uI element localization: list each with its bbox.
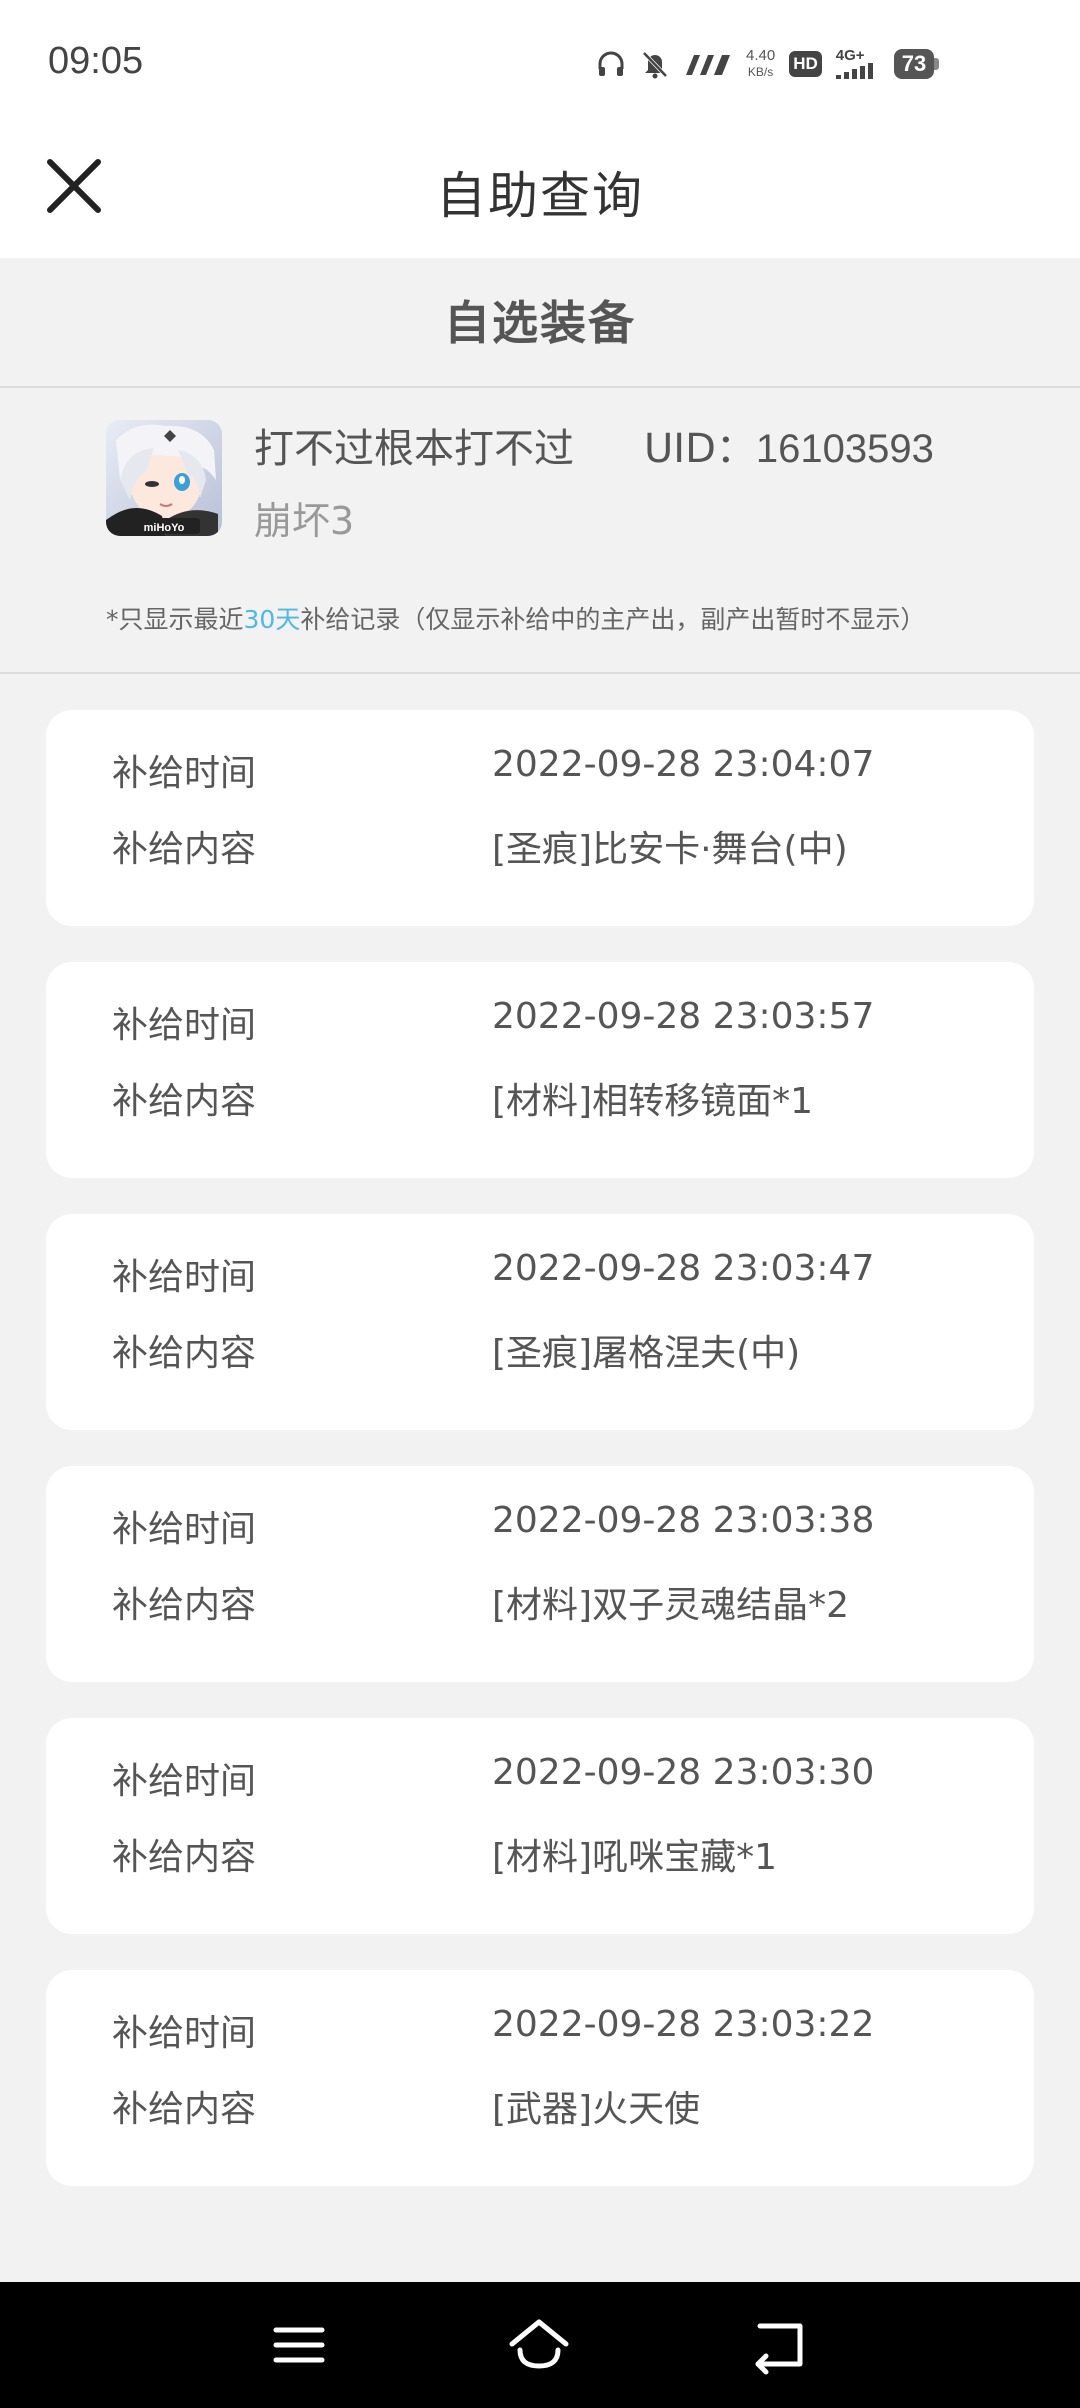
- status-icons: 4.40 KB/s HD 4G+ 73: [596, 42, 940, 86]
- record-card: 补给时间 2022-09-28 23:03:38 补给内容 [材料]双子灵魂结晶*2: [46, 1466, 1034, 1682]
- record-card: 补给时间 2022-09-28 23:03:22 补给内容 [武器]火天使: [46, 1970, 1034, 2186]
- back-icon: [755, 2323, 803, 2375]
- record-list: 补给时间 2022-09-28 23:04:07 补给内容 [圣痕]比安卡·舞台(中…: [46, 710, 1034, 2222]
- signal-icon: [684, 51, 732, 77]
- home-icon: [509, 2319, 569, 2369]
- mute-icon: [640, 49, 670, 79]
- notice-prefix: *只显示最近: [106, 605, 244, 634]
- time-value: 2022-09-28 23:03:30: [492, 1752, 875, 1793]
- time-label: 补给时间: [112, 1761, 257, 1802]
- time-value: 2022-09-28 23:03:57: [492, 996, 875, 1037]
- time-label: 补给时间: [112, 753, 257, 794]
- uid: UID：16103593: [644, 416, 934, 474]
- avatar: miHoYo: [106, 420, 222, 536]
- battery-level: 73: [893, 49, 935, 79]
- hd-icon: HD: [789, 51, 822, 77]
- network-type: 4G+: [835, 47, 865, 64]
- notice-highlight: 30天: [243, 605, 301, 634]
- record-card: 补给时间 2022-09-28 23:03:47 补给内容 [圣痕]屠格涅夫(中): [46, 1214, 1034, 1430]
- notice-text: *只显示最近30天补给记录（仅显示补给中的主产出，副产出暂时不显示）: [106, 600, 925, 636]
- net-speed: 4.40 KB/s: [746, 48, 775, 80]
- header: 自助查询: [0, 128, 1080, 258]
- cellular-icon: 4G+: [835, 47, 880, 79]
- battery-icon: 73: [893, 49, 940, 79]
- status-time: 09:05: [48, 40, 144, 82]
- battery-tip: [934, 58, 940, 70]
- game-name: 崩坏3: [254, 499, 355, 543]
- content-label: 补给内容: [112, 1081, 257, 1122]
- time-value: 2022-09-28 23:03:22: [492, 2004, 875, 2045]
- time-label: 补给时间: [112, 1005, 257, 1046]
- content-label: 补给内容: [112, 1333, 257, 1374]
- record-card: 补给时间 2022-09-28 23:03:30 补给内容 [材料]吼咪宝藏*1: [46, 1718, 1034, 1934]
- username: 打不过根本打不过: [254, 426, 574, 472]
- content-label: 补给内容: [112, 829, 257, 870]
- menu-button[interactable]: [266, 2312, 332, 2378]
- content-label: 补给内容: [112, 1837, 257, 1878]
- record-card: 补给时间 2022-09-28 23:04:07 补给内容 [圣痕]比安卡·舞台(中…: [46, 710, 1034, 926]
- uid-value: 16103593: [755, 427, 934, 471]
- status-bar: 09:05 4.40 KB/s HD 4G+ 73: [0, 0, 1080, 128]
- page-title: 自助查询: [436, 167, 644, 225]
- navigation-bar: [0, 2282, 1080, 2408]
- net-speed-value: 4.40: [746, 47, 776, 64]
- svg-text:miHoYo: miHoYo: [144, 522, 185, 534]
- content-value: [武器]火天使: [492, 2089, 701, 2130]
- content-label: 补给内容: [112, 2089, 257, 2130]
- time-value: 2022-09-28 23:03:38: [492, 1500, 875, 1541]
- section-title: 自选装备: [0, 258, 1080, 388]
- content-value: [材料]吼咪宝藏*1: [492, 1837, 777, 1878]
- headphones-icon: [596, 49, 626, 79]
- content-label: 补给内容: [112, 1585, 257, 1626]
- time-label: 补给时间: [112, 2013, 257, 2054]
- time-label: 补给时间: [112, 1509, 257, 1550]
- uid-label: UID：: [644, 426, 756, 472]
- home-button[interactable]: [506, 2312, 572, 2378]
- menu-icon: [273, 2327, 325, 2363]
- net-speed-unit: KB/s: [747, 65, 774, 79]
- back-button[interactable]: [746, 2312, 812, 2378]
- time-label: 补给时间: [112, 1257, 257, 1298]
- time-value: 2022-09-28 23:03:47: [492, 1248, 875, 1289]
- profile-panel: miHoYo 打不过根本打不过 UID：16103593 崩坏3 *只显示最近3…: [0, 388, 1080, 674]
- time-value: 2022-09-28 23:04:07: [492, 744, 875, 785]
- notice-suffix: 补给记录（仅显示补给中的主产出，副产出暂时不显示）: [300, 605, 926, 634]
- record-card: 补给时间 2022-09-28 23:03:57 补给内容 [材料]相转移镜面*1: [46, 962, 1034, 1178]
- content-value: [材料]相转移镜面*1: [492, 1081, 813, 1122]
- content-value: [圣痕]屠格涅夫(中): [492, 1333, 801, 1374]
- content-value: [圣痕]比安卡·舞台(中): [492, 829, 848, 870]
- content-value: [材料]双子灵魂结晶*2: [492, 1585, 849, 1626]
